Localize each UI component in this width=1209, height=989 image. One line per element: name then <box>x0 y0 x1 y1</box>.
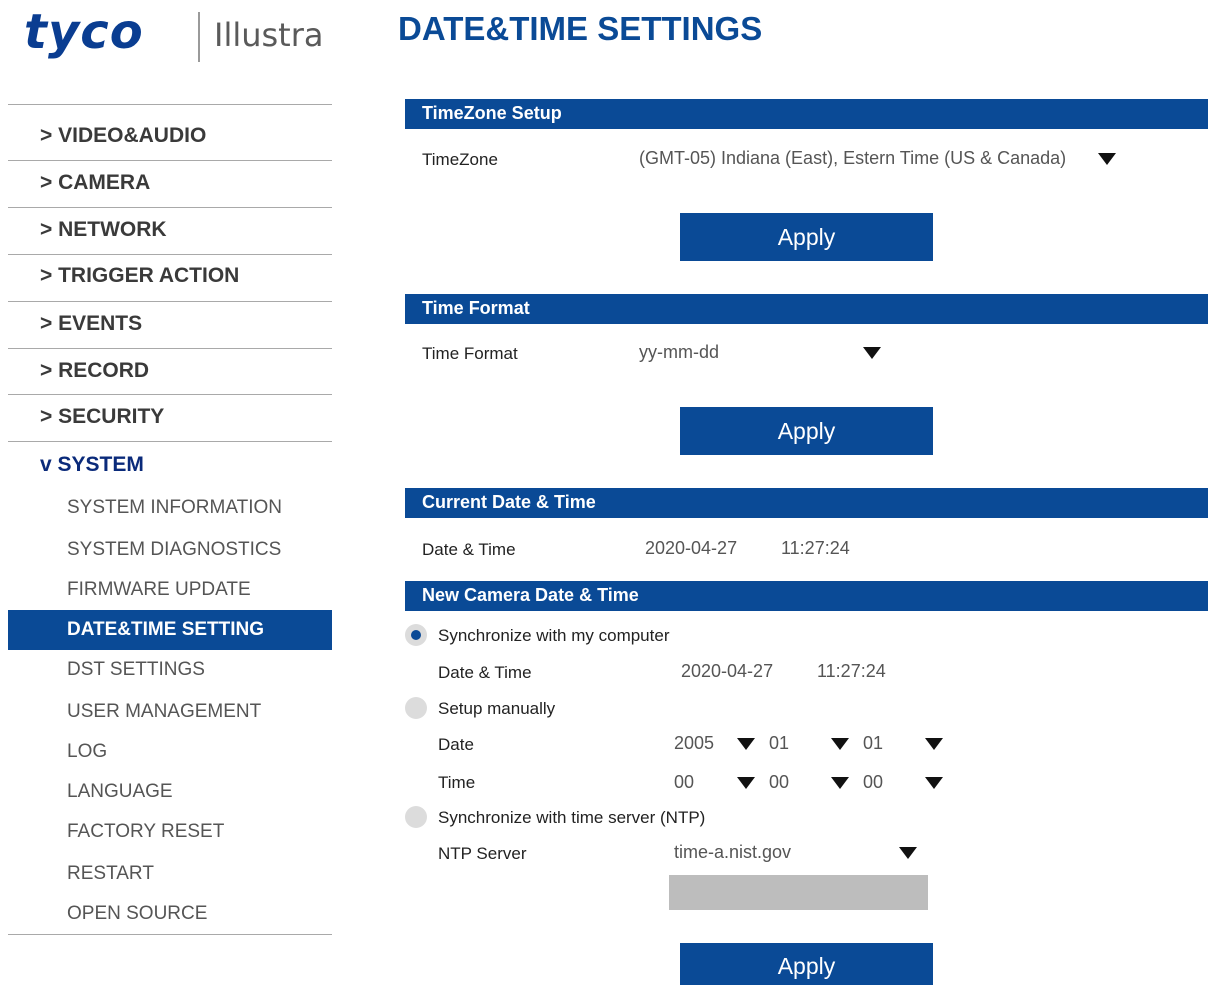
nav-video-audio[interactable]: > VIDEO&AUDIO <box>40 124 206 148</box>
divider <box>8 441 332 442</box>
illustra-logo: Illustra <box>214 16 324 54</box>
section-title: Current Date & Time <box>422 492 596 512</box>
divider <box>8 207 332 208</box>
sub-dst-settings[interactable]: DST SETTINGS <box>67 659 205 681</box>
time-hour-select[interactable]: 00 <box>674 772 694 793</box>
nav-network[interactable]: > NETWORK <box>40 218 167 242</box>
time-hour-dropdown-icon[interactable] <box>737 777 755 789</box>
date-day-select[interactable]: 01 <box>863 733 883 754</box>
sub-firmware-update[interactable]: FIRMWARE UPDATE <box>67 579 251 601</box>
sub-system-information[interactable]: SYSTEM INFORMATION <box>67 497 282 519</box>
current-date-time-header: Current Date & Time <box>405 488 1208 518</box>
logo-divider <box>198 12 200 62</box>
date-year-select[interactable]: 2005 <box>674 733 714 754</box>
sub-system-diagnostics[interactable]: SYSTEM DIAGNOSTICS <box>67 539 281 561</box>
ntp-server-dropdown-icon[interactable] <box>899 847 917 859</box>
setup-manually-radio[interactable] <box>405 697 427 719</box>
ntp-label[interactable]: Synchronize with time server (NTP) <box>438 808 705 828</box>
timezone-select[interactable]: (GMT-05) Indiana (East), Estern Time (US… <box>639 148 1066 169</box>
sync-computer-label[interactable]: Synchronize with my computer <box>438 626 669 646</box>
new-date-time-apply-button[interactable]: Apply <box>680 943 933 985</box>
ntp-server-label: NTP Server <box>438 844 527 863</box>
ntp-server-input[interactable] <box>669 875 928 910</box>
time-label: Time <box>438 773 476 792</box>
time-second-dropdown-icon[interactable] <box>925 777 943 789</box>
section-title: TimeZone Setup <box>422 103 562 123</box>
time-format-header: Time Format <box>405 294 1208 324</box>
sync-computer-radio[interactable] <box>405 624 427 646</box>
nav-system[interactable]: v SYSTEM <box>40 453 144 477</box>
section-title: New Camera Date & Time <box>422 585 639 605</box>
sub-log[interactable]: LOG <box>67 741 107 763</box>
time-format-select[interactable]: yy-mm-dd <box>639 342 719 363</box>
timezone-setup-header: TimeZone Setup <box>405 99 1208 129</box>
timezone-dropdown-icon[interactable] <box>1098 153 1116 165</box>
setup-manually-label[interactable]: Setup manually <box>438 699 555 719</box>
time-second-select[interactable]: 00 <box>863 772 883 793</box>
divider <box>8 934 332 935</box>
divider <box>8 254 332 255</box>
new-camera-date-time-header: New Camera Date & Time <box>405 581 1208 611</box>
sub-date-time-setting[interactable]: DATE&TIME SETTING <box>8 610 332 650</box>
divider <box>8 301 332 302</box>
divider <box>8 104 332 105</box>
sub-date-time-setting-label: DATE&TIME SETTING <box>67 619 265 640</box>
sub-language[interactable]: LANGUAGE <box>67 781 173 803</box>
nav-security[interactable]: > SECURITY <box>40 405 164 429</box>
date-year-dropdown-icon[interactable] <box>737 738 755 750</box>
divider <box>8 394 332 395</box>
date-label: Date <box>438 735 474 754</box>
timezone-label: TimeZone <box>422 150 498 169</box>
divider <box>8 160 332 161</box>
current-date-time-label: Date & Time <box>422 540 516 559</box>
computer-date-time-label: Date & Time <box>438 663 532 682</box>
current-time-value: 11:27:24 <box>781 538 850 558</box>
divider <box>8 348 332 349</box>
sub-restart[interactable]: RESTART <box>67 863 154 885</box>
page-title: DATE&TIME SETTINGS <box>398 10 763 47</box>
tyco-logo: tyco <box>24 4 144 60</box>
timezone-apply-button[interactable]: Apply <box>680 213 933 261</box>
sub-factory-reset[interactable]: FACTORY RESET <box>67 821 224 843</box>
time-format-dropdown-icon[interactable] <box>863 347 881 359</box>
computer-time-value: 11:27:24 <box>817 661 886 681</box>
nav-camera[interactable]: > CAMERA <box>40 171 150 195</box>
ntp-radio[interactable] <box>405 806 427 828</box>
nav-record[interactable]: > RECORD <box>40 359 149 383</box>
computer-date-value: 2020-04-27 <box>681 661 774 681</box>
ntp-server-select[interactable]: time-a.nist.gov <box>674 842 791 863</box>
sub-open-source[interactable]: OPEN SOURCE <box>67 903 207 925</box>
time-format-label: Time Format <box>422 344 518 363</box>
date-day-dropdown-icon[interactable] <box>925 738 943 750</box>
time-minute-dropdown-icon[interactable] <box>831 777 849 789</box>
current-date-value: 2020-04-27 <box>645 538 738 558</box>
time-minute-select[interactable]: 00 <box>769 772 789 793</box>
sub-user-management[interactable]: USER MANAGEMENT <box>67 701 261 723</box>
date-month-select[interactable]: 01 <box>769 733 789 754</box>
time-format-apply-button[interactable]: Apply <box>680 407 933 455</box>
section-title: Time Format <box>422 298 530 318</box>
nav-events[interactable]: > EVENTS <box>40 312 142 336</box>
nav-trigger-action[interactable]: > TRIGGER ACTION <box>40 264 239 288</box>
date-month-dropdown-icon[interactable] <box>831 738 849 750</box>
